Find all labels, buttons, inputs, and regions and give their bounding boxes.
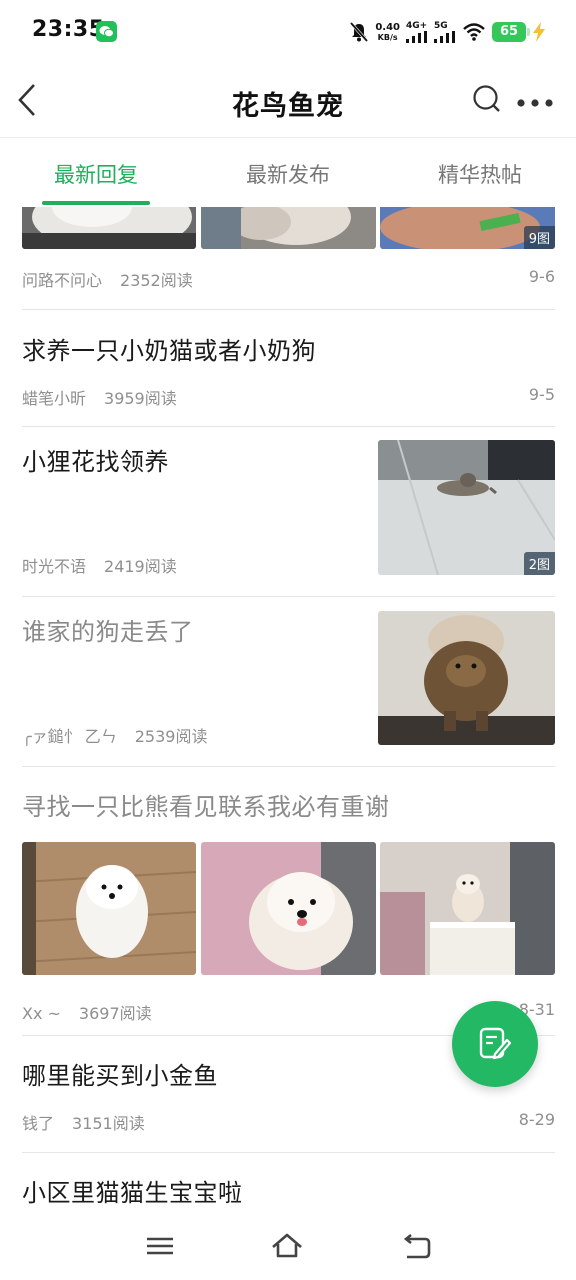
edit-note-icon [479, 1027, 512, 1060]
charging-icon [533, 22, 545, 42]
post-photo [378, 611, 555, 745]
post-meta: 蜡笔小昕 3959阅读 [22, 385, 177, 409]
tab-bar: 最新回复 最新发布 精华热帖 [0, 139, 576, 207]
post-item[interactable]: 谁家的狗走丢了 ╭ァ鎚忄 乙ㄣ 2539阅读 [22, 597, 555, 766]
wechat-notification-icon [96, 21, 117, 42]
post-item[interactable]: 寻找一只比熊看见联系我必有重谢 Xx ~ 3697阅读 8-31 [22, 767, 555, 1035]
search-button[interactable] [472, 84, 502, 114]
status-bar: 23:35 0.40 KB/s 4G+ 5G 65 [0, 0, 576, 64]
post-date: 9-6 [528, 267, 555, 286]
post-title: 小狸花找领养 [22, 448, 169, 476]
post-reads: 2352阅读 [120, 271, 193, 290]
post-item[interactable]: 小狸花找领养 时光不语 2419阅读 2图 [22, 427, 555, 596]
image-count-badge: 9图 [523, 226, 555, 249]
signal-icon [434, 30, 455, 43]
net-speed-unit: KB/s [377, 32, 398, 42]
post-item[interactable]: 9图 问路不问心 2352阅读 9-6 [22, 207, 555, 309]
post-meta: Xx ~ 3697阅读 [22, 1000, 152, 1024]
post-meta: 时光不语 2419阅读 [22, 553, 177, 577]
tab-latest-posts[interactable]: 最新发布 [223, 159, 353, 189]
post-date: 8-29 [518, 1110, 555, 1129]
more-options-button[interactable] [516, 94, 554, 107]
recent-apps-button[interactable] [143, 1231, 177, 1261]
post-author: 问路不问心 [22, 271, 103, 290]
post-author: Xx ~ [22, 1004, 61, 1023]
post-date: 9-5 [528, 385, 555, 404]
post-reads: 3959阅读 [104, 389, 177, 408]
post-photo [22, 842, 196, 975]
post-title: 谁家的狗走丢了 [22, 618, 194, 646]
post-photo: 2图 [378, 440, 555, 575]
image-count-badge: 2图 [523, 552, 555, 575]
search-icon [473, 85, 500, 112]
post-photo [201, 207, 376, 249]
more-dots-icon [517, 99, 553, 107]
battery-indicator: 65 [492, 22, 530, 42]
net-speed-value: 0.40 [375, 21, 400, 33]
post-reads: 2539阅读 [134, 727, 208, 746]
tab-featured[interactable]: 精华热帖 [415, 159, 545, 189]
screen: 23:35 0.40 KB/s 4G+ 5G 65 花鸟鱼宠 最新回复 最新发布… [0, 0, 576, 1280]
post-photo [22, 207, 196, 249]
post-title: 小区里猫猫生宝宝啦 [22, 1179, 243, 1207]
system-navigation-bar [0, 1215, 576, 1280]
back-nav-button[interactable] [399, 1231, 433, 1261]
post-reads: 3151阅读 [72, 1114, 145, 1133]
network-type-4g: 4G+ [406, 20, 428, 31]
status-icons: 0.40 KB/s 4G+ 5G 65 [349, 18, 546, 46]
post-reads: 2419阅读 [104, 557, 177, 576]
post-author: 时光不语 [22, 557, 87, 576]
signal-4g: 4G+ [406, 20, 428, 43]
app-header: 花鸟鱼宠 [0, 64, 576, 138]
mute-bell-icon [350, 22, 369, 42]
post-title: 求养一只小奶猫或者小奶狗 [22, 337, 316, 365]
net-speed: 0.40 KB/s [375, 21, 400, 42]
menu-icon [147, 1237, 173, 1255]
post-author: 钱了 [22, 1114, 55, 1133]
tab-latest-replies[interactable]: 最新回复 [31, 159, 161, 189]
post-meta: 问路不问心 2352阅读 [22, 267, 193, 291]
post-photo [380, 842, 555, 975]
post-photo: 9图 [380, 207, 555, 249]
wifi-icon [463, 23, 485, 41]
signal-icon [406, 30, 427, 43]
post-meta: 钱了 3151阅读 [22, 1110, 145, 1134]
back-arrow-icon [403, 1233, 431, 1259]
post-reads: 3697阅读 [78, 1004, 152, 1023]
home-icon [272, 1233, 302, 1258]
home-button[interactable] [270, 1231, 304, 1261]
signal-5g: 5G [434, 20, 456, 43]
post-author: ╭ァ鎚忄 乙ㄣ [22, 727, 117, 746]
status-time: 23:35 [32, 17, 105, 42]
active-tab-indicator [42, 201, 150, 205]
network-type-5g: 5G [434, 20, 448, 31]
new-post-button[interactable] [452, 1001, 538, 1087]
post-title: 哪里能买到小金鱼 [22, 1062, 218, 1090]
post-item[interactable]: 小区里猫猫生宝宝啦 [22, 1153, 555, 1215]
post-item[interactable]: 求养一只小奶猫或者小奶狗 蜡笔小昕 3959阅读 9-5 [22, 310, 555, 426]
post-photo [201, 842, 376, 975]
post-title: 寻找一只比熊看见联系我必有重谢 [22, 793, 390, 821]
post-author: 蜡笔小昕 [22, 389, 87, 408]
post-meta: ╭ァ鎚忄 乙ㄣ 2539阅读 [22, 723, 207, 747]
